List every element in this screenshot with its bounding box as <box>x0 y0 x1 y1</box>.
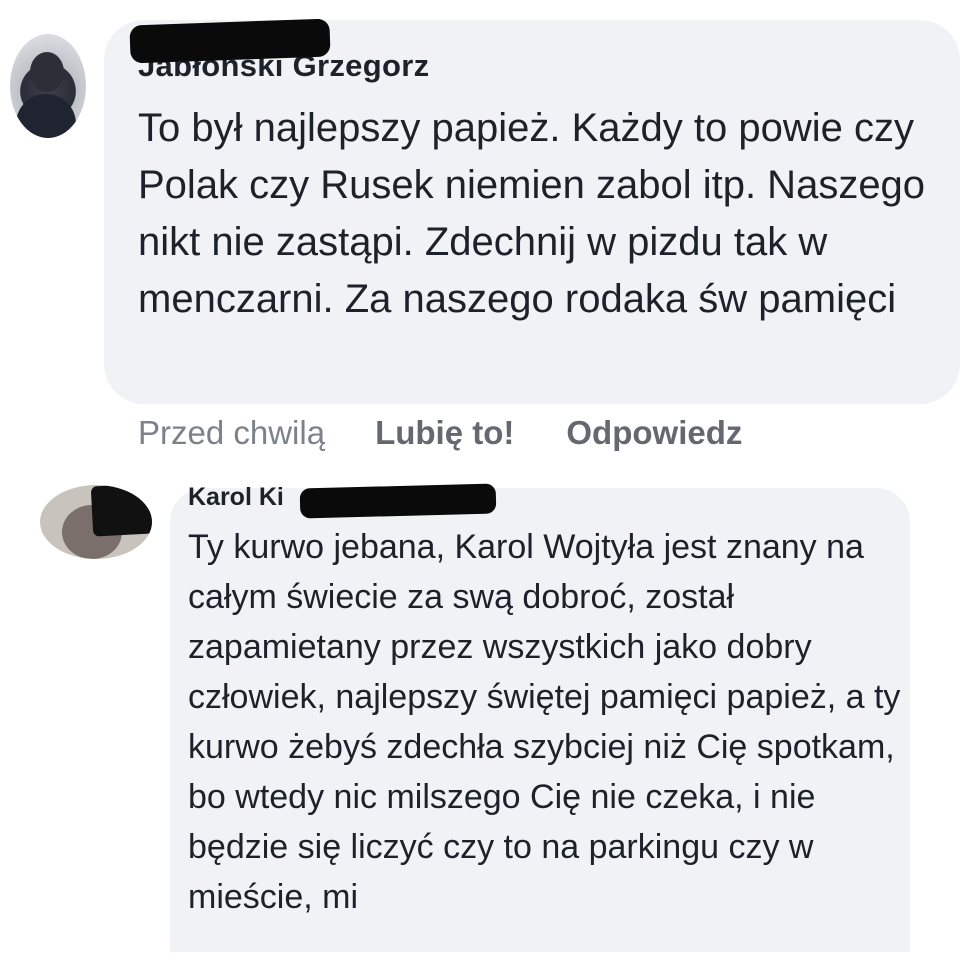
comment-timestamp[interactable]: Przed chwilą <box>138 414 325 452</box>
redaction-mark <box>129 18 331 64</box>
redaction-mark <box>90 485 152 537</box>
crop-edge <box>0 952 960 960</box>
reply-button[interactable]: Odpowiedz <box>566 414 742 452</box>
comment-actions: Przed chwilą Lubię to! Odpowiedz <box>138 414 794 452</box>
avatar-face <box>30 52 64 92</box>
avatar-shirt <box>16 94 76 138</box>
like-button[interactable]: Lubię to! <box>375 414 514 452</box>
comment-author[interactable]: Karol Ki <box>188 483 284 512</box>
avatar[interactable] <box>10 34 86 138</box>
redaction-mark <box>299 483 497 519</box>
comment-text: Ty kurwo jebana, Karol Wojtyła jest znan… <box>188 528 901 916</box>
comment-text: To był najlepszy papież. Każdy to powie … <box>138 106 926 321</box>
avatar[interactable] <box>40 485 152 559</box>
